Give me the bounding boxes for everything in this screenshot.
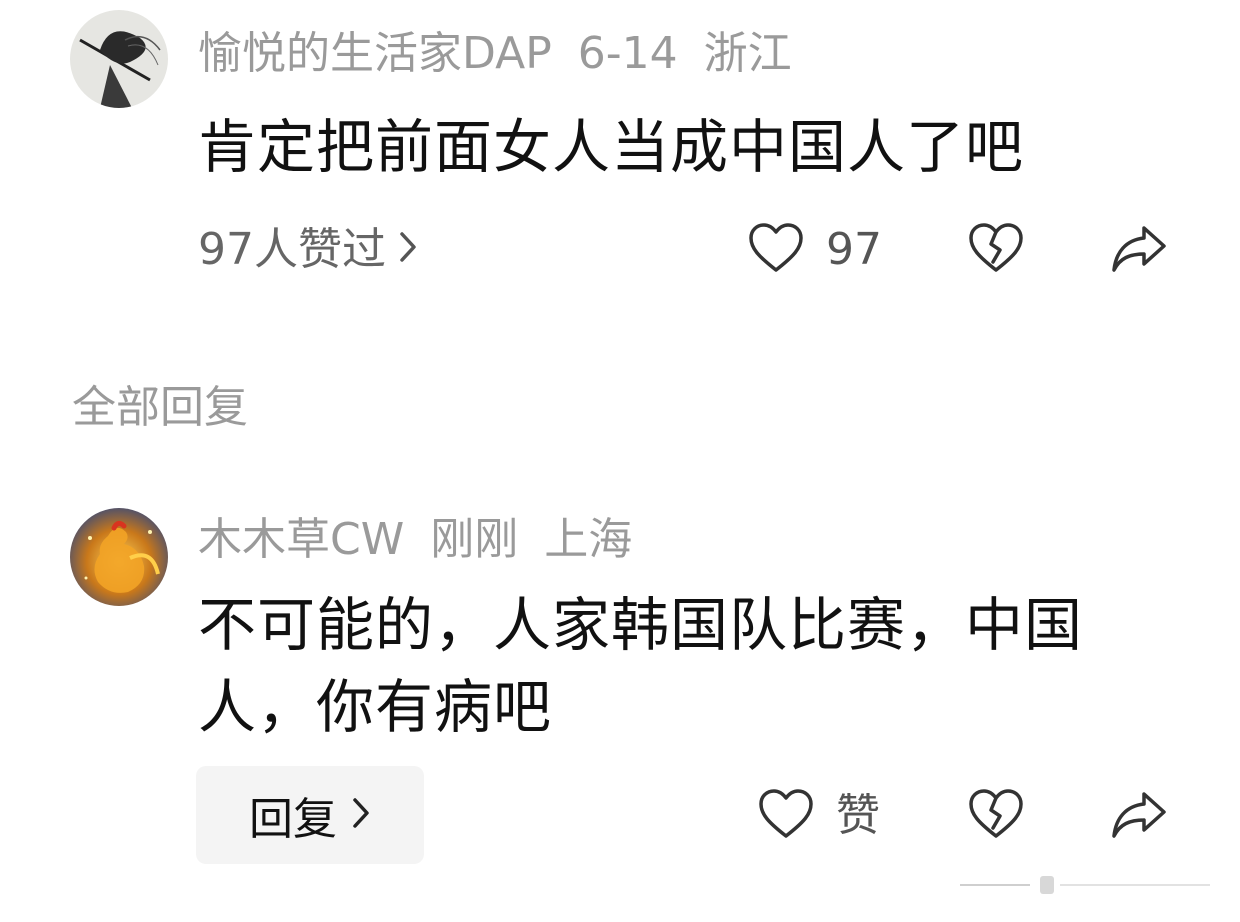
likers-link[interactable]: 97人赞过 — [198, 228, 418, 272]
comment-meta: 愉悦的生活家DAP 6-14 浙江 — [198, 32, 818, 76]
reply-username[interactable]: 木木草CW — [198, 514, 404, 565]
reply-share-button[interactable] — [1110, 788, 1168, 846]
reply-time: 刚刚 — [430, 514, 519, 565]
comment-username[interactable]: 愉悦的生活家DAP — [198, 28, 552, 79]
comment-dislike-button[interactable] — [968, 222, 1024, 278]
broken-heart-icon — [968, 222, 1024, 278]
comment-location: 浙江 — [703, 28, 792, 79]
reply-button[interactable]: 回复 — [196, 766, 424, 864]
like-label: 赞 — [836, 790, 880, 841]
comment-like-button[interactable]: 97 — [748, 222, 882, 278]
avatar-ink-art — [70, 10, 168, 108]
all-replies-label: 全部回复 — [72, 382, 248, 433]
broken-heart-icon — [968, 788, 1024, 844]
reply-button-label: 回复 — [249, 794, 337, 845]
reply-content: 不可能的，人家韩国队比赛，中国人，你有病吧 — [198, 591, 1084, 741]
reply-like-button[interactable]: 赞 — [758, 788, 880, 844]
likers-link-label: 97人赞过 — [198, 224, 386, 275]
avatar-rooster-art — [70, 508, 168, 606]
reply-dislike-button[interactable] — [968, 788, 1024, 844]
like-count: 97 — [826, 224, 882, 275]
share-icon — [1110, 222, 1168, 280]
heart-icon — [758, 788, 814, 844]
comment-date: 6-14 — [577, 28, 678, 79]
chevron-right-icon — [398, 228, 418, 272]
comment-share-button[interactable] — [1110, 222, 1168, 280]
reply-avatar[interactable] — [70, 508, 168, 606]
reply-location: 上海 — [544, 514, 633, 565]
share-icon — [1110, 788, 1168, 846]
avatar[interactable] — [70, 10, 168, 108]
comment-content: 肯定把前面女人当成中国人了吧 — [198, 113, 1025, 181]
heart-icon — [748, 222, 804, 278]
watermark-bar — [960, 874, 1220, 896]
chevron-right-icon — [351, 790, 371, 841]
reply-meta: 木木草CW 刚刚 上海 — [198, 518, 658, 562]
